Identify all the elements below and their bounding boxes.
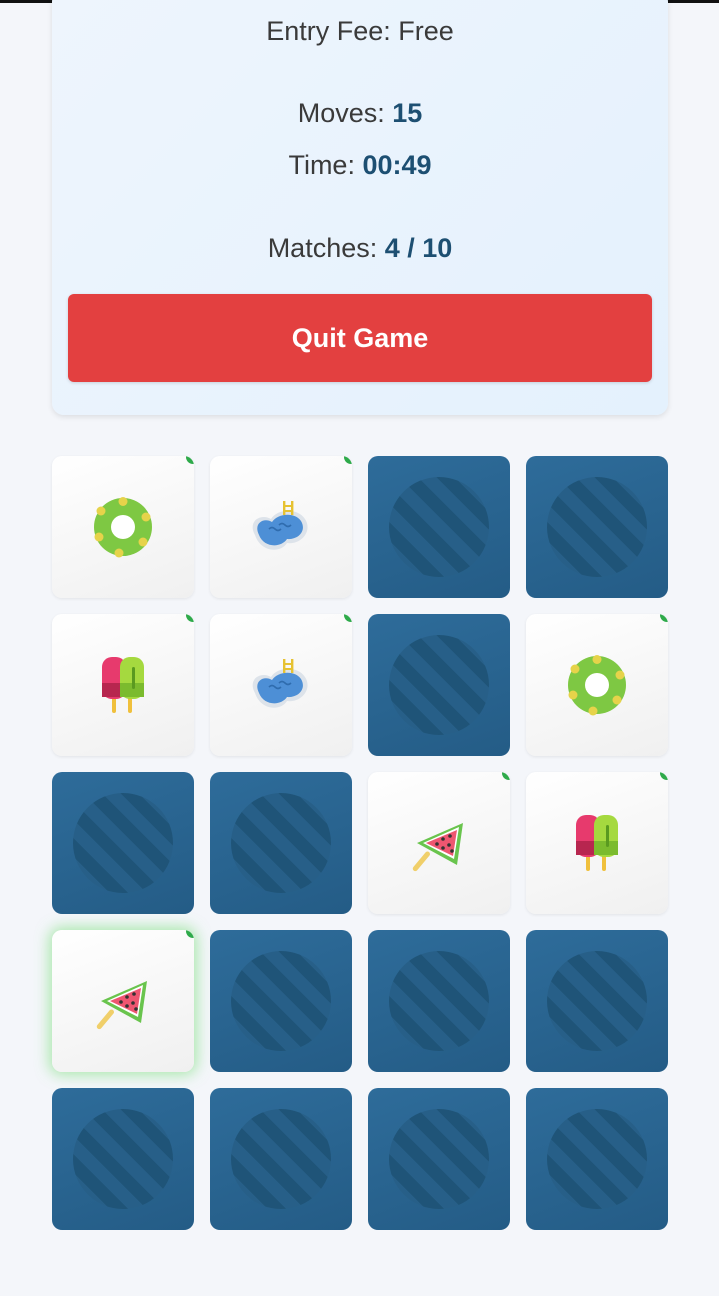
quit-game-button[interactable]: Quit Game [68, 294, 652, 382]
memory-card-hidden[interactable] [368, 614, 510, 756]
memory-card-hidden[interactable] [368, 930, 510, 1072]
card-back-pattern [73, 1109, 173, 1209]
card-back-pattern [231, 793, 331, 893]
time-value: 00:49 [362, 150, 432, 180]
swim-ring-icon [568, 655, 626, 716]
matched-indicator [660, 614, 668, 622]
pool-icon [252, 501, 308, 550]
matched-indicator [186, 614, 194, 622]
popsicles-icon [102, 657, 144, 713]
memory-card-hidden[interactable] [210, 1088, 352, 1230]
card-back-pattern [389, 1109, 489, 1209]
matched-indicator [344, 614, 352, 622]
moves-value: 15 [392, 98, 423, 128]
card-back-pattern [389, 477, 489, 577]
matches-line: Matches: 4 / 10 [52, 233, 668, 264]
card-back-pattern [389, 635, 489, 735]
memory-card-revealed[interactable] [210, 614, 352, 756]
moves-line: Moves: 15 [52, 98, 668, 129]
matches-label: Matches: [267, 233, 378, 263]
matched-indicator [344, 456, 352, 464]
watermelon-icon [96, 981, 147, 1030]
memory-card-revealed[interactable] [526, 772, 668, 914]
memory-card-revealed[interactable] [368, 772, 510, 914]
card-back-pattern [547, 951, 647, 1051]
card-back-pattern [547, 1109, 647, 1209]
card-back-pattern [73, 793, 173, 893]
memory-card-hidden[interactable] [210, 772, 352, 914]
memory-card-hidden[interactable] [52, 772, 194, 914]
matched-indicator [660, 772, 668, 780]
card-back-pattern [231, 951, 331, 1051]
memory-card-hidden[interactable] [526, 456, 668, 598]
game-info-panel: Entry Fee: Free Moves: 15 Time: 00:49 Ma… [52, 0, 668, 415]
memory-card-revealed[interactable] [526, 614, 668, 756]
memory-card-revealed[interactable] [52, 614, 194, 756]
matched-indicator [186, 930, 194, 938]
memory-card-revealed[interactable] [210, 456, 352, 598]
time-line: Time: 00:49 [52, 150, 668, 181]
moves-label: Moves: [297, 98, 385, 128]
swim-ring-icon [94, 497, 152, 558]
memory-card-hidden[interactable] [526, 930, 668, 1072]
memory-card-hidden[interactable] [210, 930, 352, 1072]
memory-card-revealed[interactable] [52, 456, 194, 598]
watermelon-icon [412, 823, 463, 872]
memory-card-hidden[interactable] [368, 456, 510, 598]
entry-fee-label: Entry Fee: [266, 16, 391, 46]
matched-indicator [186, 456, 194, 464]
memory-card-hidden[interactable] [526, 1088, 668, 1230]
pool-icon [252, 659, 308, 708]
card-back-pattern [547, 477, 647, 577]
card-back-pattern [389, 951, 489, 1051]
popsicles-icon [576, 815, 618, 871]
entry-fee-value: Free [398, 16, 454, 46]
entry-fee-line: Entry Fee: Free [52, 16, 668, 47]
matches-value: 4 / 10 [384, 233, 453, 263]
matched-indicator [502, 772, 510, 780]
memory-card-hidden[interactable] [52, 1088, 194, 1230]
time-label: Time: [288, 150, 355, 180]
memory-card-hidden[interactable] [368, 1088, 510, 1230]
card-back-pattern [231, 1109, 331, 1209]
memory-card-revealed[interactable] [52, 930, 194, 1072]
